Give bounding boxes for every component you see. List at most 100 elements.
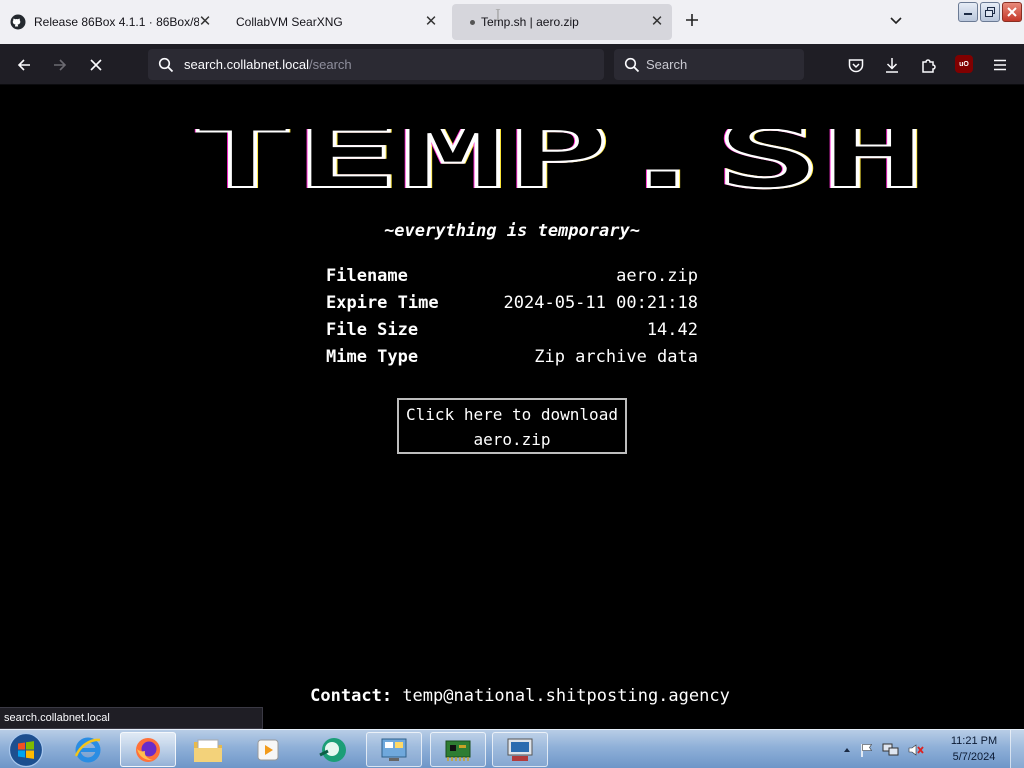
page-content: TEMP.SH ~everything is temporary~ Filena… <box>0 85 1024 729</box>
taskbar-device-manager[interactable] <box>492 732 548 767</box>
ublock-origin-icon[interactable]: uO <box>955 55 973 73</box>
taskbar-firefox[interactable] <box>120 732 176 767</box>
file-explorer-icon <box>194 739 222 762</box>
app-icon <box>319 737 346 762</box>
arrow-left-icon <box>17 59 30 71</box>
clock[interactable]: 11:21 PM 5/7/2024 <box>940 733 1008 765</box>
address-text: search.collabnet.local/search <box>184 57 352 72</box>
minimize-button[interactable] <box>958 2 978 22</box>
info-value: 2024-05-11 00:21:18 <box>503 293 698 313</box>
github-icon <box>10 14 26 30</box>
logo-text: TEMP.SH <box>190 129 926 191</box>
network-card-icon <box>445 740 471 761</box>
taskbar-internet-explorer[interactable] <box>60 732 116 767</box>
search-icon <box>158 57 174 72</box>
list-all-tabs-button[interactable] <box>888 12 904 33</box>
puzzle-icon <box>922 59 936 73</box>
minimize-icon <box>964 13 972 15</box>
plus-icon <box>686 14 698 26</box>
info-value: 14.42 <box>646 320 698 340</box>
media-player-icon <box>257 739 279 760</box>
firefox-icon <box>136 737 160 762</box>
tab-strip: Release 86Box 4.1.1 · 86Box/86Box ✕ Coll… <box>0 0 1024 44</box>
info-key: File Size <box>326 320 419 340</box>
info-key: Expire Time <box>326 293 439 313</box>
taskbar-network-card[interactable] <box>430 732 486 767</box>
info-row-file-size: File Size 14.42 <box>326 317 698 344</box>
tagline: ~everything is temporary~ <box>384 221 640 241</box>
volume-muted-icon[interactable] <box>907 742 925 758</box>
window-controls <box>958 2 1022 22</box>
info-value: Zip archive data <box>534 347 698 367</box>
search-placeholder: Search <box>646 57 688 72</box>
taskbar-control-panel[interactable] <box>366 732 422 767</box>
downloads-button[interactable] <box>880 53 904 77</box>
taskbar-file-explorer[interactable] <box>180 732 236 767</box>
device-manager-icon <box>507 738 533 761</box>
control-panel-icon <box>381 738 407 761</box>
tab-86box-release[interactable]: Release 86Box 4.1.1 · 86Box/86Box ✕ <box>6 4 220 40</box>
temp-sh-logo: TEMP.SH <box>189 129 927 191</box>
arrow-right-icon <box>54 59 67 71</box>
start-button[interactable] <box>6 731 46 768</box>
clock-time: 11:21 PM <box>950 735 998 747</box>
windows-start-icon <box>8 732 44 768</box>
back-button[interactable] <box>12 53 36 77</box>
pocket-button[interactable] <box>844 53 868 77</box>
network-icon[interactable] <box>882 742 900 758</box>
text-cursor-icon: I <box>495 6 501 24</box>
screen: Release 86Box 4.1.1 · 86Box/86Box ✕ Coll… <box>0 0 1024 768</box>
stop-button[interactable] <box>84 53 108 77</box>
close-window-button[interactable] <box>1002 2 1022 22</box>
clock-date: 5/7/2024 <box>952 751 996 763</box>
stop-icon <box>90 59 102 71</box>
hamburger-icon <box>994 59 1006 71</box>
taskbar-media-player[interactable] <box>240 732 296 767</box>
download-icon <box>886 58 898 73</box>
file-info-table: Filename aero.zip Expire Time 2024-05-11… <box>326 263 698 371</box>
info-key: Mime Type <box>326 347 419 367</box>
status-url: search.collabnet.local <box>0 707 263 729</box>
show-desktop-button[interactable] <box>1010 730 1024 768</box>
restore-icon <box>985 7 995 17</box>
tab-title: CollabVM SearXNG <box>236 15 343 29</box>
forward-button[interactable] <box>48 53 72 77</box>
info-row-mime-type: Mime Type Zip archive data <box>326 344 698 371</box>
search-box[interactable]: Search <box>614 49 804 80</box>
system-tray <box>842 730 925 768</box>
internet-explorer-icon <box>74 737 101 762</box>
address-path: /search <box>309 57 352 72</box>
navigation-toolbar: search.collabnet.local/search Search <box>0 44 1024 85</box>
address-bar[interactable]: search.collabnet.local/search <box>148 49 604 80</box>
loading-dot-icon <box>470 19 475 25</box>
close-tab-icon[interactable]: ✕ <box>648 13 666 31</box>
download-button[interactable]: Click here to download aero.zip <box>397 398 627 454</box>
new-tab-button[interactable] <box>684 10 700 34</box>
close-tab-icon[interactable]: ✕ <box>422 13 440 31</box>
close-tab-icon[interactable]: ✕ <box>196 13 214 31</box>
restore-button[interactable] <box>980 2 1000 22</box>
menu-button[interactable] <box>988 53 1012 77</box>
taskbar-app[interactable] <box>305 732 361 767</box>
pocket-icon <box>848 59 864 73</box>
close-icon <box>1007 7 1017 17</box>
download-label: Click here to download <box>406 405 618 424</box>
extensions-button[interactable] <box>917 53 941 77</box>
info-row-expire-time: Expire Time 2024-05-11 00:21:18 <box>326 290 698 317</box>
contact-email-link[interactable]: temp@national.shitposting.agency <box>402 686 730 706</box>
tab-title: Release 86Box 4.1.1 · 86Box/86Box <box>34 15 199 29</box>
tab-collabvm-searxng[interactable]: CollabVM SearXNG ✕ <box>226 4 446 40</box>
chevron-down-icon <box>890 17 902 25</box>
action-center-flag-icon[interactable] <box>859 742 875 758</box>
contact-label: Contact: <box>310 686 393 706</box>
search-icon <box>624 57 640 72</box>
tab-temp-sh[interactable]: Temp.sh | aero.zip ✕ <box>452 4 672 40</box>
taskbar: 11:21 PM 5/7/2024 <box>0 729 1024 768</box>
download-filename: aero.zip <box>473 430 551 449</box>
info-row-filename: Filename aero.zip <box>326 263 698 290</box>
show-hidden-icons-icon[interactable] <box>842 745 852 755</box>
info-key: Filename <box>326 266 408 286</box>
contact-line: Contact: temp@national.shitposting.agenc… <box>0 686 1024 706</box>
info-value: aero.zip <box>616 266 698 286</box>
address-host: search.collabnet.local <box>184 57 310 72</box>
